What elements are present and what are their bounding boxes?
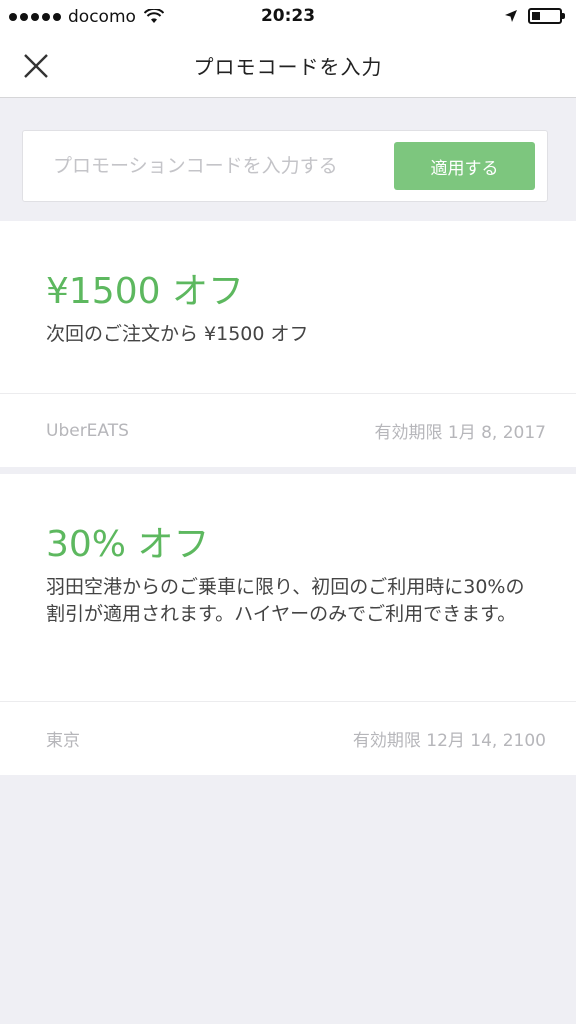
apply-button[interactable]: 適用する (394, 142, 535, 190)
nav-bar: プロモコードを入力 (0, 34, 576, 98)
close-button[interactable] (16, 46, 56, 86)
promo-code-input[interactable] (53, 146, 413, 186)
promotion-description: 次回のご注文から ¥1500 オフ (46, 323, 309, 345)
promotion-footer: UberEATS 有効期限 1月 8, 2017 (0, 393, 576, 467)
promotion-discount: ¥1500 オフ (46, 271, 244, 312)
promotion-card: 30% オフ 羽田空港からのご乗車に限り、初回のご利用時に30%の割引が適用され… (0, 474, 576, 775)
promotion-card: ¥1500 オフ 次回のご注文から ¥1500 オフ UberEATS 有効期限… (0, 221, 576, 467)
promo-code-box: 適用する (22, 130, 548, 202)
close-icon (24, 54, 48, 78)
promotion-discount: 30% オフ (46, 524, 210, 565)
promotion-description: 羽田空港からのご乗車に限り、初回のご利用時に30%の割引が適用されます。ハイヤー… (46, 576, 525, 625)
status-bar: docomo 20:23 (0, 0, 576, 34)
wifi-icon (143, 9, 164, 23)
carrier-name: docomo (68, 7, 136, 27)
signal-strength-icon (9, 13, 61, 21)
promotion-footer: 東京 有効期限 12月 14, 2100 (0, 701, 576, 775)
battery-icon (528, 8, 565, 24)
page-title: プロモコードを入力 (193, 55, 383, 79)
promotion-location: 東京 (46, 731, 80, 751)
promotion-expiry: 有効期限 12月 14, 2100 (352, 731, 546, 751)
location-arrow-icon (505, 10, 517, 22)
promotion-location: UberEATS (46, 420, 129, 441)
promotion-expiry: 有効期限 1月 8, 2017 (374, 423, 546, 443)
